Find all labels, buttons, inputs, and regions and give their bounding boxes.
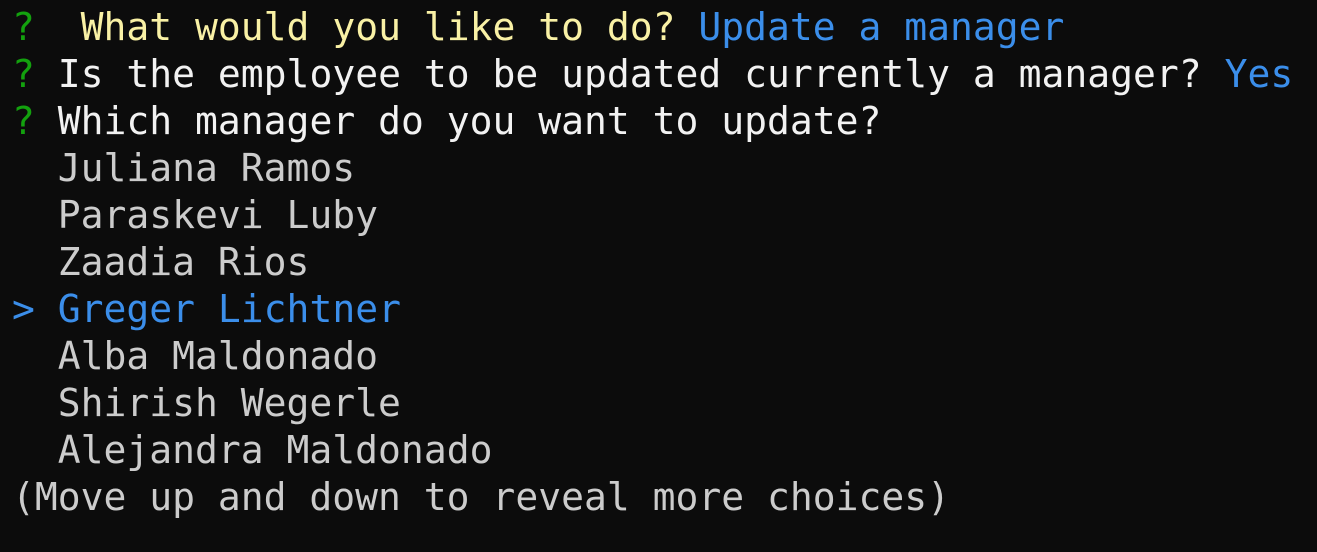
- prompt-line-action: ? What would you like to do? Update a ma…: [12, 4, 1317, 51]
- prompt-answer: Update a manager: [698, 5, 1065, 49]
- choice-item-selected[interactable]: > Greger Lichtner: [12, 286, 1317, 333]
- choice-label: Alejandra Maldonado: [57, 428, 493, 472]
- question-mark-icon: ?: [12, 52, 35, 96]
- choice-item[interactable]: Alejandra Maldonado: [12, 427, 1317, 474]
- prompt-question: What would you like to do?: [80, 5, 676, 49]
- choice-item[interactable]: Zaadia Rios: [12, 239, 1317, 286]
- prompt-question: Is the employee to be updated currently …: [57, 52, 1202, 96]
- choice-label: Shirish Wegerle: [57, 381, 401, 425]
- terminal-window[interactable]: ? What would you like to do? Update a ma…: [0, 0, 1317, 552]
- pointer-icon: >: [12, 287, 35, 331]
- choice-label: Alba Maldonado: [57, 334, 379, 378]
- question-mark-icon: ?: [12, 5, 35, 49]
- choice-label: Paraskevi Luby: [57, 193, 379, 237]
- prompt-question: Which manager do you want to update?: [57, 99, 882, 143]
- choice-label: Greger Lichtner: [57, 287, 401, 331]
- prompt-answer: Yes: [1224, 52, 1294, 96]
- choice-label: Juliana Ramos: [57, 146, 356, 190]
- prompt-line-which-manager: ? Which manager do you want to update?: [12, 98, 1317, 145]
- choice-item[interactable]: Shirish Wegerle: [12, 380, 1317, 427]
- navigation-hint: (Move up and down to reveal more choices…: [12, 475, 950, 519]
- choice-item[interactable]: Juliana Ramos: [12, 145, 1317, 192]
- prompt-line-is-manager: ? Is the employee to be updated currentl…: [12, 51, 1317, 98]
- hint-text: (Move up and down to reveal more choices…: [12, 474, 1317, 521]
- question-mark-icon: ?: [12, 99, 35, 143]
- choice-item[interactable]: Paraskevi Luby: [12, 192, 1317, 239]
- choice-item[interactable]: Alba Maldonado: [12, 333, 1317, 380]
- choice-label: Zaadia Rios: [57, 240, 310, 284]
